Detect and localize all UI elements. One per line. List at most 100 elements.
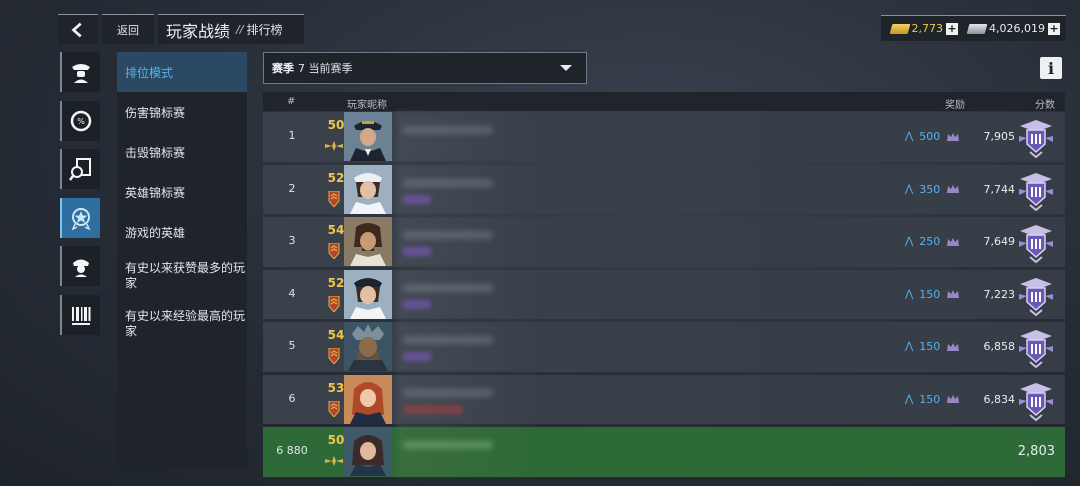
category-damage-tournament[interactable]: 伤害锦标赛 <box>117 92 247 132</box>
table-row[interactable]: 4 52 ⋀ 150 7,223 <box>263 269 1065 319</box>
silver-bar-icon <box>966 23 988 34</box>
wings-rank-icon <box>325 456 343 466</box>
avatar <box>344 269 392 319</box>
clan-tag-redacted <box>403 299 431 309</box>
season-label: 赛季 <box>272 62 294 75</box>
reward: ⋀ 150 <box>905 393 960 406</box>
category-game-heroes[interactable]: 游戏的英雄 <box>117 212 247 252</box>
table-row[interactable]: 5 54 ⋀ 150 6,858 <box>263 322 1065 372</box>
player-name-redacted <box>403 231 493 239</box>
division-emblem-icon <box>1019 382 1053 421</box>
table-row[interactable]: 2 52 ⋀ 350 7,744 <box>263 164 1065 214</box>
leaderboard-rows: 1 50 ⋀ 500 7,905 2 52 ⋀ 350 7,744 3 54 ⋀… <box>263 112 1065 480</box>
page-title: 玩家战绩 // 排行榜 <box>158 14 305 44</box>
rail-experience[interactable] <box>60 294 100 335</box>
row-score: 7,905 <box>983 130 1016 143</box>
reward: ⋀ 500 <box>905 130 960 143</box>
crown-icon <box>947 132 960 141</box>
category-ranked-mode[interactable]: 排位模式 <box>117 52 247 92</box>
row-rank: 6 <box>288 391 296 405</box>
season-dropdown[interactable]: 赛季 7 当前赛季 <box>263 52 587 84</box>
row-score: 6,858 <box>983 340 1016 353</box>
shield-rank-icon <box>328 190 340 207</box>
shield-rank-icon <box>328 295 340 312</box>
category-most-experience[interactable]: 有史以来经验最高的玩家 <box>117 300 247 348</box>
shield-rank-icon <box>328 243 340 259</box>
header-rank: # <box>287 96 296 107</box>
division-emblem-icon <box>1019 330 1053 368</box>
add-silver-button[interactable]: + <box>1048 22 1060 35</box>
row-rank: 5 <box>288 339 296 352</box>
reward-rank-up-icon: ⋀ <box>905 393 914 405</box>
avatar <box>344 374 392 424</box>
my-rank: 6 880 <box>276 444 308 457</box>
category-most-liked[interactable]: 有史以来获赞最多的玩家 <box>117 252 247 300</box>
player-name-redacted <box>403 126 493 134</box>
info-button[interactable]: i <box>1040 57 1062 79</box>
back-button[interactable] <box>58 14 98 44</box>
avatar <box>344 427 392 476</box>
reward: ⋀ 250 <box>905 235 960 248</box>
reward-rank-up-icon: ⋀ <box>905 183 914 195</box>
rail-officer[interactable] <box>60 52 100 92</box>
row-rank: 3 <box>288 234 296 247</box>
row-rank: 1 <box>288 129 296 142</box>
season-value: 7 当前赛季 <box>298 62 353 75</box>
back-label[interactable]: 返回 <box>102 14 154 44</box>
reward-value: 500 <box>919 130 941 143</box>
officer-icon <box>72 64 90 83</box>
gold-bar-icon <box>889 23 910 34</box>
row-rank: 2 <box>288 181 296 195</box>
rail-search-records[interactable] <box>60 149 100 189</box>
category-kill-tournament[interactable]: 击毁锦标赛 <box>117 132 247 172</box>
clan-tag-redacted <box>403 352 431 361</box>
my-score: 2,803 <box>1017 444 1055 459</box>
title-main: 玩家战绩 <box>166 21 231 41</box>
division-emblem-icon <box>1019 120 1053 158</box>
chevron-down-icon <box>560 65 572 71</box>
table-row[interactable]: 1 50 ⋀ 500 7,905 <box>263 112 1065 162</box>
my-row[interactable]: 6 880 50 2,803 <box>263 427 1065 477</box>
reward-rank-up-icon: ⋀ <box>905 131 914 142</box>
rail-heroes[interactable] <box>60 246 100 286</box>
header-score: 分数 <box>1035 100 1055 111</box>
title-separator: // <box>236 23 244 36</box>
table-row[interactable]: 6 53 ⋀ 150 6,834 <box>263 374 1065 424</box>
currency-bar: 2,773 + 4,026,019 + <box>880 15 1066 41</box>
crown-icon <box>947 237 960 246</box>
player-name-redacted <box>403 441 493 449</box>
category-hero-tournament[interactable]: 英雄锦标赛 <box>117 172 247 212</box>
header-nickname: 玩家昵称 <box>347 100 387 111</box>
rail-ranking[interactable] <box>60 197 100 238</box>
silver-value: 4,026,019 <box>989 22 1045 35</box>
add-gold-button[interactable]: + <box>946 22 959 35</box>
player-name-redacted <box>403 178 493 187</box>
avatar <box>344 322 392 371</box>
reward-value: 150 <box>919 340 941 353</box>
icon-rail: % <box>60 52 102 343</box>
table-row[interactable]: 3 54 ⋀ 250 7,649 <box>263 217 1065 267</box>
hero-helmet-icon <box>73 259 89 277</box>
crown-icon <box>947 395 960 403</box>
gold-counter: 2,773 + <box>889 22 959 35</box>
reward: ⋀ 350 <box>905 183 960 196</box>
reward-value: 150 <box>919 392 941 406</box>
avatar <box>344 164 392 214</box>
division-emblem-icon <box>1019 172 1053 211</box>
clan-tag-redacted <box>403 404 463 414</box>
player-name-redacted <box>403 283 493 292</box>
star-badge-icon <box>71 207 91 231</box>
clan-tag-redacted <box>403 194 431 204</box>
division-emblem-icon <box>1019 225 1053 263</box>
player-name-redacted <box>403 336 493 344</box>
top-bar: 返回 玩家战绩 // 排行榜 <box>58 14 305 44</box>
silver-counter: 4,026,019 + <box>966 22 1060 35</box>
reward: ⋀ 150 <box>905 288 960 301</box>
rail-stats[interactable]: % <box>60 100 100 141</box>
crown-icon <box>947 342 960 351</box>
row-score: 7,744 <box>983 182 1016 196</box>
magnifier-document-icon <box>69 158 91 181</box>
row-score: 7,223 <box>983 287 1016 301</box>
gold-value: 2,773 <box>911 22 944 35</box>
shield-rank-icon <box>328 348 340 364</box>
